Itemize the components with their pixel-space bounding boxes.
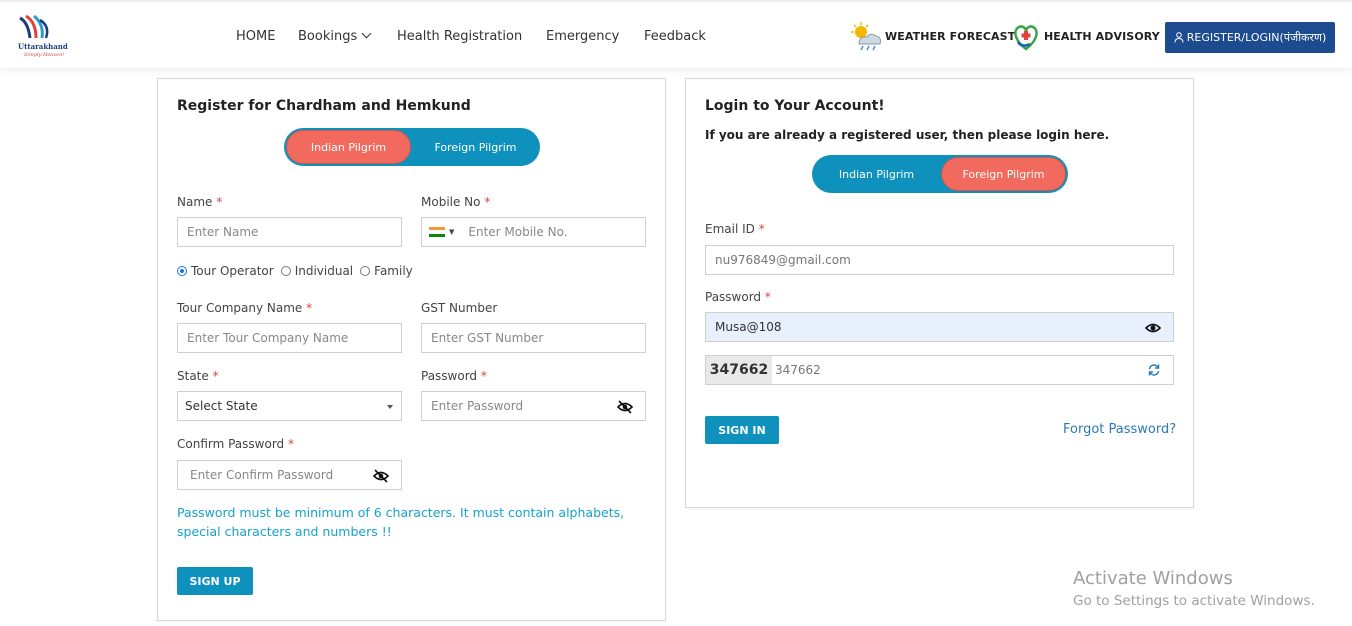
mobile-input[interactable]: ▼ Enter Mobile No. [421, 217, 646, 247]
tour-operator-radio[interactable] [177, 266, 187, 276]
register-login-button[interactable]: REGISTER/LOGIN(पंजीकरण) [1165, 22, 1335, 53]
confirm-password-input[interactable]: Enter Confirm Password [177, 460, 402, 490]
register-login-label: REGISTER/LOGIN(पंजीकरण) [1186, 31, 1327, 44]
password-label: Password * [421, 369, 487, 383]
name-input[interactable]: Enter Name [177, 217, 402, 247]
individual-radio[interactable] [280, 266, 291, 276]
name-label: Name * [177, 195, 223, 209]
sign-in-button[interactable]: SIGN IN [705, 416, 779, 444]
weather-forecast-link[interactable]: WEATHER FORECAST [885, 30, 1015, 43]
captcha-value: 347662 [775, 363, 821, 377]
eye-slash-icon[interactable] [373, 469, 389, 483]
gst-label: GST Number [421, 301, 498, 315]
eye-icon[interactable] [1145, 321, 1161, 335]
state-select[interactable]: Select State [177, 391, 402, 421]
mobile-label: Mobile No * [421, 195, 491, 209]
nav-health-registration[interactable]: Health Registration [397, 29, 522, 44]
login-password-label: Password * [705, 290, 771, 304]
country-caret-icon[interactable]: ▼ [449, 228, 454, 236]
sign-up-button[interactable]: SIGN UP [177, 567, 253, 595]
register-panel: Register for Chardham and Hemkund Indian… [157, 78, 666, 621]
login-password-input[interactable]: Musa@108 [705, 312, 1174, 342]
login-title: Login to Your Account! [705, 98, 885, 114]
family-radio[interactable] [360, 266, 371, 276]
company-input[interactable]: Enter Tour Company Name [177, 323, 402, 353]
nav-home[interactable]: HOME [236, 29, 275, 44]
login-subtitle: If you are already a registered user, th… [705, 128, 1110, 142]
register-foreign-pilgrim-tab[interactable]: Foreign Pilgrim [413, 130, 538, 164]
login-pilgrim-toggle: Indian Pilgrim Foreign Pilgrim [812, 155, 1068, 193]
password-hint: Password must be minimum of 6 characters… [177, 505, 625, 539]
company-label: Tour Company Name * [177, 301, 313, 315]
password-input[interactable]: Enter Password [421, 391, 646, 421]
tour-operator-label[interactable]: Tour Operator [191, 264, 274, 278]
activate-windows-subtitle: Go to Settings to activate Windows. [1073, 593, 1315, 609]
confirm-password-label: Confirm Password * [177, 437, 294, 451]
state-label: State * [177, 369, 219, 383]
select-caret-icon [387, 405, 393, 409]
gst-input[interactable]: Enter GST Number [421, 323, 646, 353]
nav-bookings-label: Bookings [298, 29, 358, 44]
password-placeholder: Enter Password [431, 399, 524, 413]
health-advisory-link[interactable]: HEALTH ADVISORY [1044, 30, 1160, 43]
register-title: Register for Chardham and Hemkund [177, 98, 471, 114]
confirm-password-placeholder: Enter Confirm Password [190, 468, 334, 482]
individual-label[interactable]: Individual [295, 264, 353, 278]
chevron-down-icon [361, 28, 372, 39]
health-advisory-icon[interactable] [1012, 22, 1040, 52]
weather-icon[interactable] [851, 22, 883, 52]
site-header: Uttarakhand Simply Heaven! HOME Bookings… [0, 0, 1352, 68]
login-panel: Login to Your Account! If you are alread… [685, 78, 1194, 508]
nav-bookings[interactable]: Bookings [298, 28, 372, 44]
state-select-value: Select State [185, 399, 258, 413]
logo-text: Uttarakhand [18, 42, 68, 51]
user-icon [1174, 32, 1184, 43]
email-label: Email ID * [705, 222, 765, 236]
login-indian-pilgrim-tab[interactable]: Indian Pilgrim [814, 157, 939, 191]
logo-tagline: Simply Heaven! [24, 52, 65, 58]
login-password-value: Musa@108 [715, 320, 782, 334]
register-indian-pilgrim-tab[interactable]: Indian Pilgrim [286, 130, 411, 164]
family-label[interactable]: Family [374, 264, 413, 278]
registration-type-radios: Tour Operator Individual Family [177, 264, 413, 278]
india-flag-icon[interactable] [429, 226, 445, 238]
refresh-icon[interactable] [1147, 363, 1161, 377]
forgot-password-link[interactable]: Forgot Password? [1063, 422, 1176, 437]
captcha-input[interactable]: 347662 347662 [705, 355, 1174, 385]
login-foreign-pilgrim-tab[interactable]: Foreign Pilgrim [941, 157, 1066, 191]
activate-windows-title: Activate Windows [1073, 568, 1233, 589]
register-pilgrim-toggle: Indian Pilgrim Foreign Pilgrim [284, 128, 540, 166]
email-input[interactable]: nu976849@gmail.com [705, 245, 1174, 275]
mobile-placeholder: Enter Mobile No. [468, 225, 568, 239]
captcha-code: 347662 [706, 356, 772, 384]
nav-emergency[interactable]: Emergency [546, 29, 619, 44]
eye-slash-icon[interactable] [617, 400, 633, 414]
nav-feedback[interactable]: Feedback [644, 29, 706, 44]
